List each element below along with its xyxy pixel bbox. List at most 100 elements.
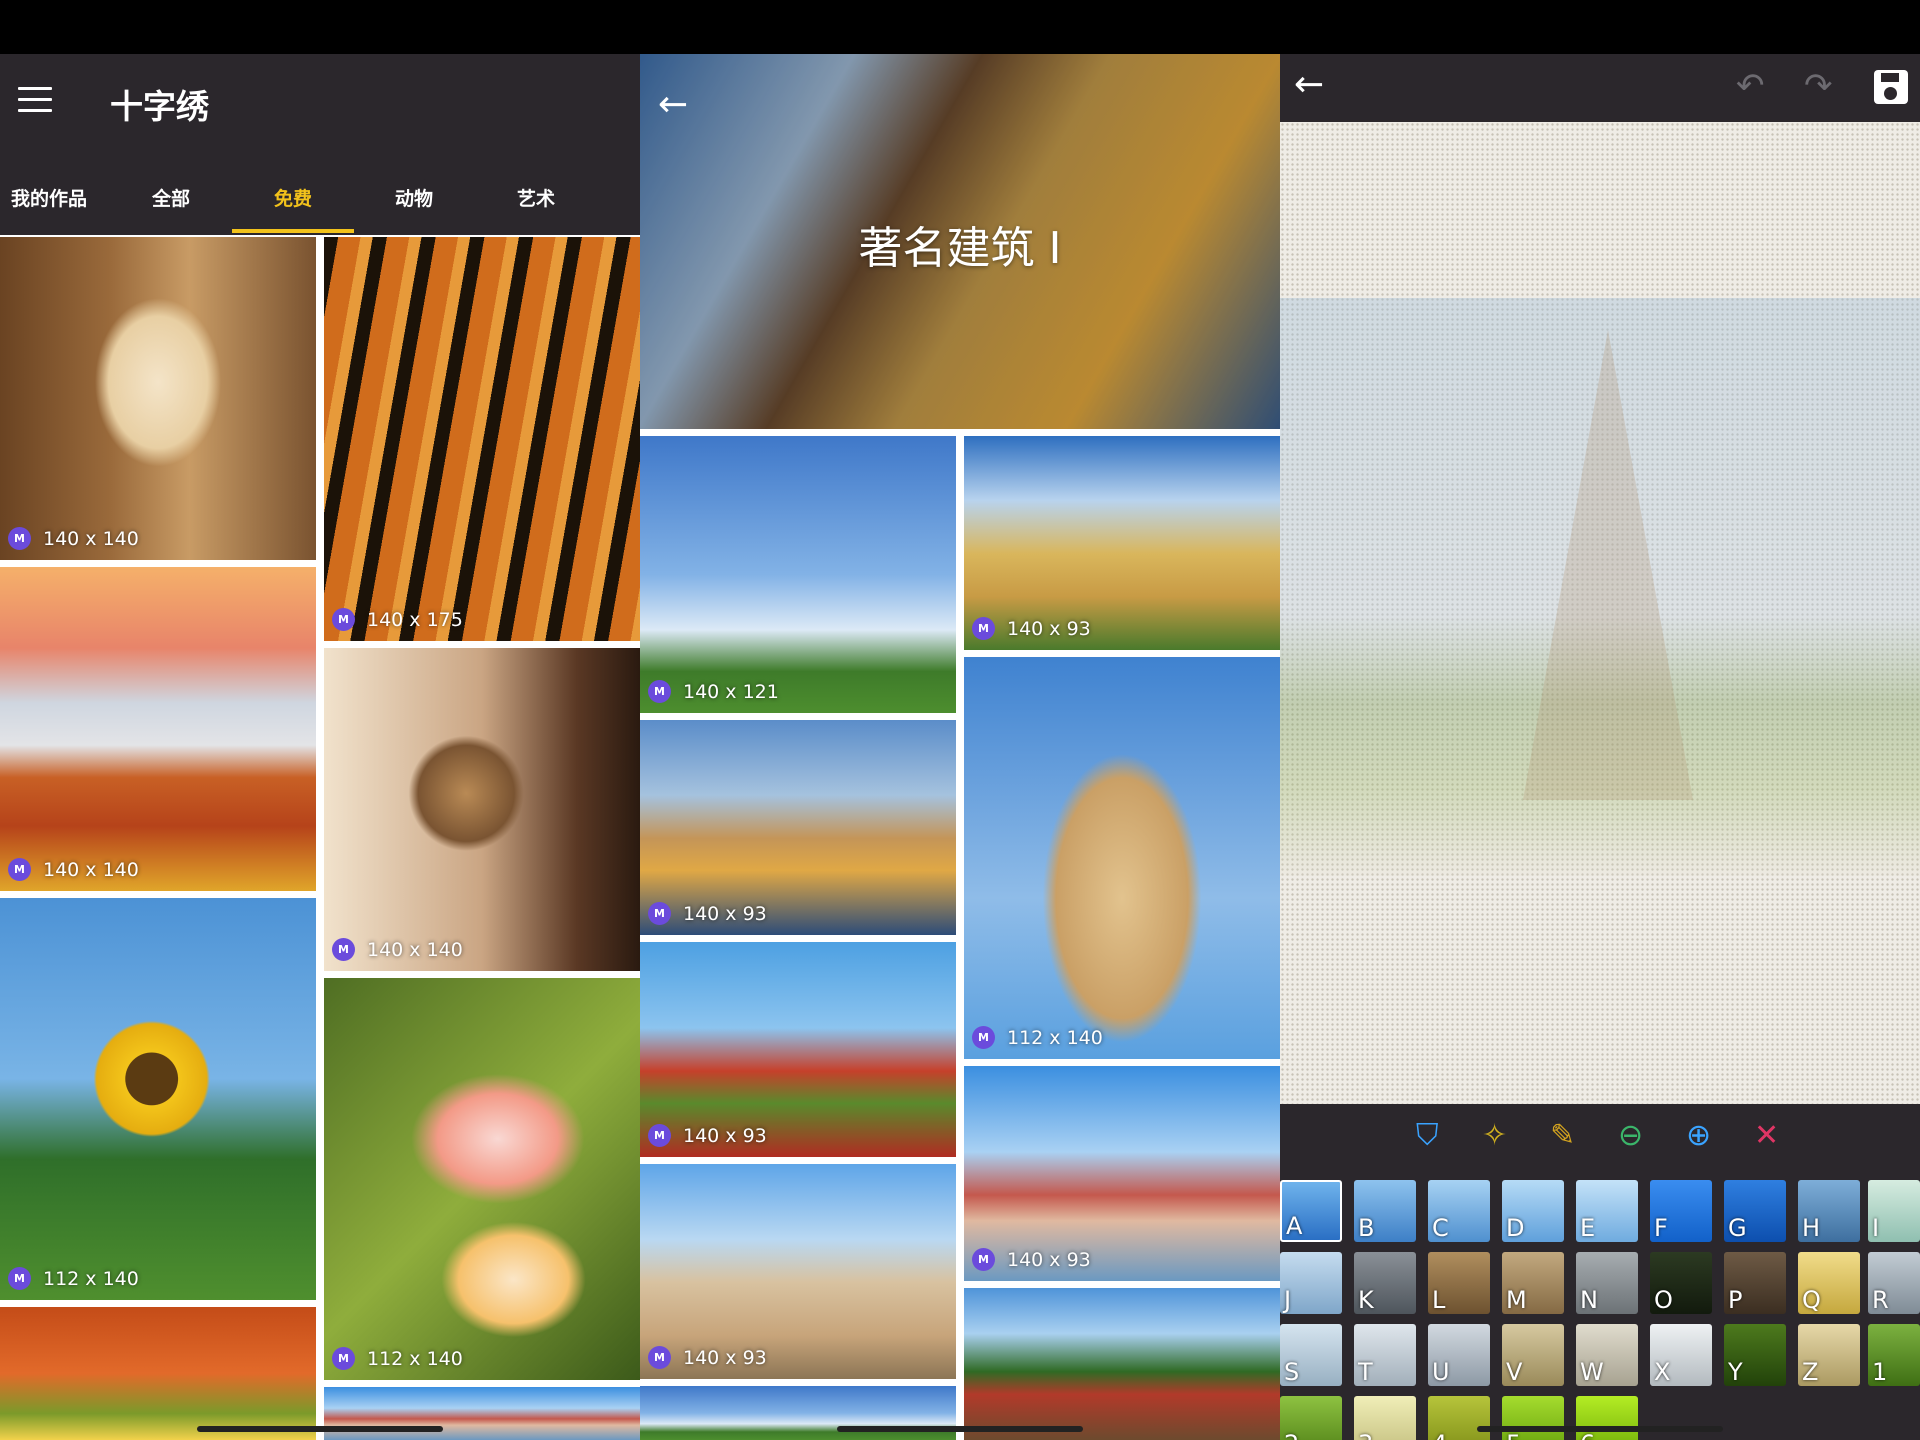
pattern-size: 140 x 175 (367, 608, 463, 631)
pattern-tile-partial[interactable] (324, 1387, 640, 1440)
palette-swatch[interactable]: F (1650, 1180, 1712, 1242)
pattern-size: 140 x 93 (683, 1346, 767, 1369)
palette-swatch[interactable]: Z (1798, 1324, 1860, 1386)
pattern-tile-matthias[interactable]: M 140 x 93 (640, 1164, 956, 1379)
palette-swatch[interactable]: W (1576, 1324, 1638, 1386)
palette-swatch[interactable]: B (1354, 1180, 1416, 1242)
palette-swatch[interactable]: S (1280, 1324, 1342, 1386)
pattern-tile-castle[interactable]: M 140 x 140 (0, 567, 316, 891)
m-badge-icon: M (972, 1026, 995, 1049)
palette-swatch[interactable]: R (1868, 1252, 1920, 1314)
pattern-tile-dresden[interactable]: M 112 x 140 (964, 657, 1280, 1059)
m-badge-icon: M (972, 1248, 995, 1271)
palette-swatch[interactable]: I (1868, 1180, 1920, 1242)
m-badge-icon: M (972, 617, 995, 640)
pattern-size: 140 x 121 (683, 680, 779, 703)
m-badge-icon: M (332, 1347, 355, 1370)
palette-swatch[interactable]: 4 (1428, 1396, 1490, 1440)
palette-swatch[interactable]: 2 (1280, 1396, 1342, 1440)
m-badge-icon: M (8, 858, 31, 881)
tab-my-works[interactable]: 我的作品 (0, 172, 110, 235)
category-tabs: 我的作品 全部 免费 动物 艺术 (0, 172, 640, 235)
collection-screen: ← 著名建筑 I M 140 x 121 M 140 x 93 M 140 x 93 … (640, 54, 1280, 1440)
pattern-size: 140 x 93 (683, 902, 767, 925)
pattern-size: 140 x 93 (1007, 617, 1091, 640)
home-indicator (837, 1426, 1083, 1432)
stitch-editor-screen: ← ↶ ↷ ⛉ ✧ ✎ ⊖ ⊕ ✕ A B C D E F G H I J K … (1280, 54, 1920, 1440)
m-badge-icon: M (648, 902, 671, 925)
tab-all[interactable]: 全部 (110, 172, 232, 235)
palette-swatch[interactable]: N (1576, 1252, 1638, 1314)
pattern-tile-temple[interactable] (964, 1288, 1280, 1440)
back-arrow-icon[interactable]: ← (658, 84, 688, 125)
palette-swatch[interactable]: K (1354, 1252, 1416, 1314)
palette-swatch[interactable]: V (1502, 1324, 1564, 1386)
palette-swatch[interactable]: D (1502, 1180, 1564, 1242)
home-indicator (197, 1426, 443, 1432)
palette-swatch[interactable]: X (1650, 1324, 1712, 1386)
undo-icon[interactable]: ↶ (1736, 66, 1765, 106)
eiffel-tower-shape (1523, 330, 1693, 800)
tab-free[interactable]: 免费 (232, 172, 354, 235)
palette-swatch[interactable]: Q (1798, 1252, 1860, 1314)
stitch-canvas[interactable] (1280, 122, 1920, 1104)
m-badge-icon: M (332, 938, 355, 961)
m-badge-icon: M (648, 680, 671, 703)
pattern-size: 140 x 140 (43, 527, 139, 550)
gallery-screen: 十字绣 我的作品 全部 免费 动物 艺术 M 140 x 140 M 140 x 1… (0, 54, 640, 1440)
pattern-tile-fruit[interactable] (0, 1307, 316, 1440)
status-bar (0, 0, 1920, 54)
palette-swatch[interactable]: A (1280, 1180, 1342, 1242)
brush-icon[interactable]: ✎ (1550, 1118, 1575, 1153)
pattern-tile-tiger[interactable]: M 140 x 175 (324, 237, 640, 641)
m-badge-icon: M (648, 1346, 671, 1369)
pattern-size: 112 x 140 (43, 1267, 139, 1290)
palette-swatch[interactable]: H (1798, 1180, 1860, 1242)
back-arrow-icon[interactable]: ← (1294, 64, 1324, 105)
palette-swatch[interactable]: G (1724, 1180, 1786, 1242)
shield-icon[interactable]: ⛉ (1416, 1118, 1439, 1153)
m-badge-icon: M (332, 608, 355, 631)
palette-swatch[interactable]: O (1650, 1252, 1712, 1314)
tab-animals[interactable]: 动物 (353, 172, 475, 235)
tab-art[interactable]: 艺术 (475, 172, 597, 235)
pattern-tile-st-basil[interactable]: M 140 x 93 (640, 942, 956, 1157)
pattern-tile-eiffel[interactable]: M 140 x 121 (640, 436, 956, 713)
pattern-tile-dog[interactable]: M 140 x 140 (0, 237, 316, 560)
palette-swatch[interactable]: L (1428, 1252, 1490, 1314)
palette-swatch[interactable]: 3 (1354, 1396, 1416, 1440)
active-tab-indicator (232, 229, 354, 233)
palette-swatch[interactable]: M (1502, 1252, 1564, 1314)
editor-app-bar: ← ↶ ↷ (1280, 54, 1920, 122)
pattern-tile-montjuic[interactable]: M 140 x 93 (964, 436, 1280, 650)
save-icon[interactable] (1874, 70, 1908, 104)
shrink-icon[interactable]: ✕ (1754, 1118, 1779, 1153)
palette-swatch[interactable]: 5 (1502, 1396, 1564, 1440)
palette-swatch[interactable]: 6 (1576, 1396, 1638, 1440)
palette-swatch[interactable]: C (1428, 1180, 1490, 1242)
pattern-tile-flower[interactable]: M 112 x 140 (324, 978, 640, 1380)
editor-toolbar: ⛉ ✧ ✎ ⊖ ⊕ ✕ (1280, 1104, 1920, 1170)
magic-wand-icon[interactable]: ✧ (1482, 1118, 1507, 1153)
palette-swatch[interactable]: T (1354, 1324, 1416, 1386)
thread-palette: A B C D E F G H I J K L M N O P Q R S T … (1280, 1170, 1920, 1440)
app-title: 十字绣 (110, 87, 209, 126)
pattern-tile-owl[interactable]: M 140 x 140 (324, 648, 640, 971)
palette-swatch[interactable]: 1 (1868, 1324, 1920, 1386)
zoom-out-icon[interactable]: ⊖ (1618, 1118, 1643, 1153)
palette-swatch[interactable]: U (1428, 1324, 1490, 1386)
pattern-tile-louvre[interactable]: M 140 x 93 (640, 720, 956, 935)
pattern-size: 140 x 140 (367, 938, 463, 961)
palette-swatch[interactable]: P (1724, 1252, 1786, 1314)
pattern-size: 112 x 140 (367, 1347, 463, 1370)
pattern-tile-sunflower[interactable]: M 112 x 140 (0, 898, 316, 1300)
menu-icon[interactable] (18, 87, 52, 113)
pattern-size: 140 x 140 (43, 858, 139, 881)
palette-swatch[interactable]: Y (1724, 1324, 1786, 1386)
pattern-size: 112 x 140 (1007, 1026, 1103, 1049)
palette-swatch[interactable]: J (1280, 1252, 1342, 1314)
zoom-in-icon[interactable]: ⊕ (1686, 1118, 1711, 1153)
redo-icon[interactable]: ↷ (1804, 66, 1833, 106)
palette-swatch[interactable]: E (1576, 1180, 1638, 1242)
pattern-tile-budapest[interactable]: M 140 x 93 (964, 1066, 1280, 1281)
